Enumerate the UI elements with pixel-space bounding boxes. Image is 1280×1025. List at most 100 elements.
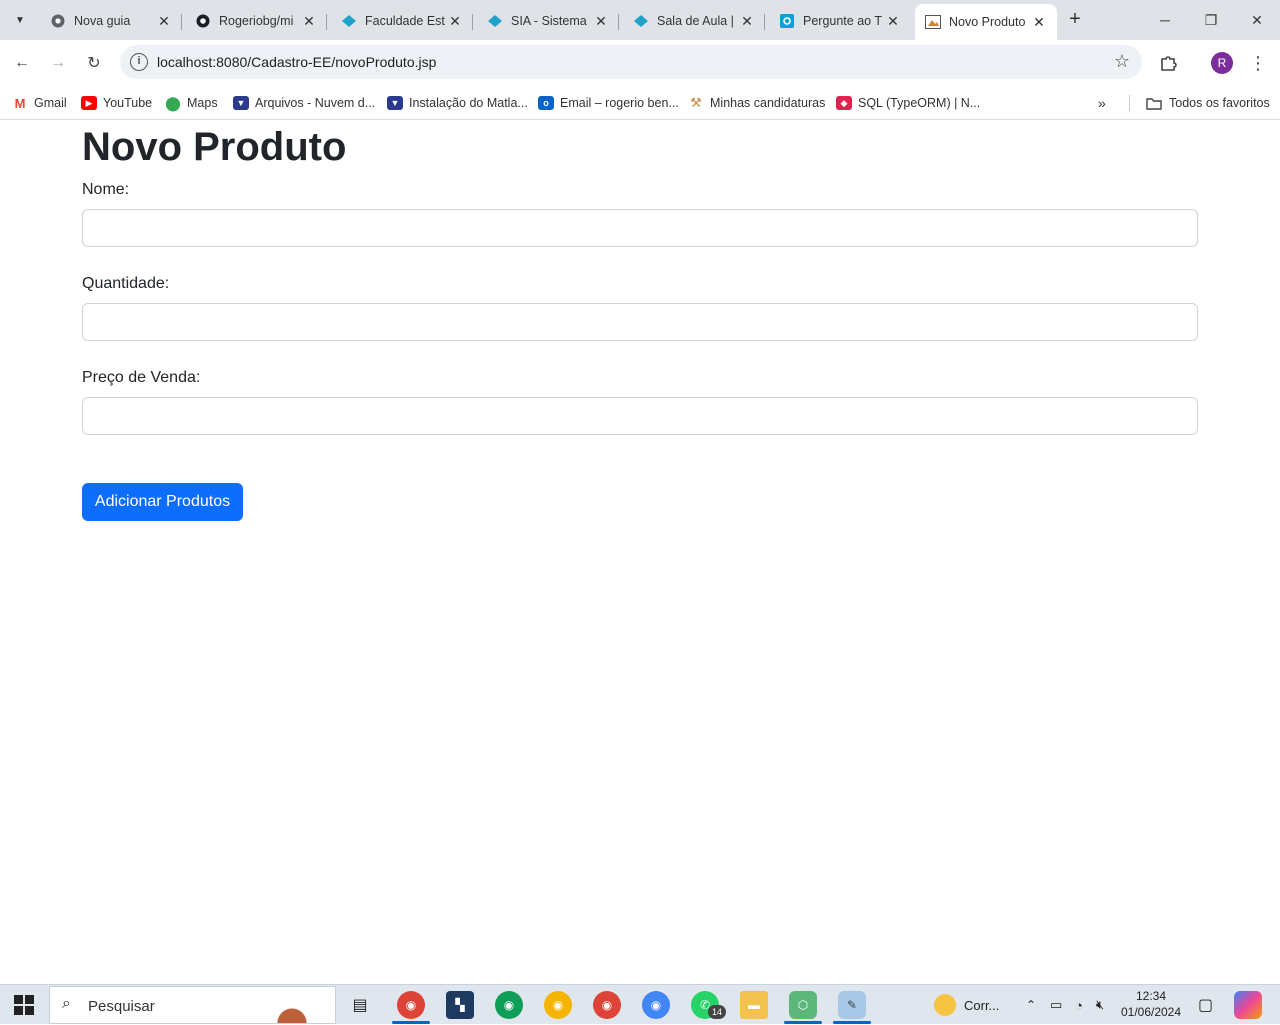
back-button[interactable]: ←: [10, 51, 34, 75]
tray-overflow-button[interactable]: ⌃: [1026, 985, 1036, 1025]
clock-time: 12:34: [1135, 989, 1167, 1003]
hammer-icon: ⚒: [690, 95, 702, 110]
chrome-icon[interactable]: ◉: [495, 991, 523, 1019]
taskbar-search[interactable]: ⌕ Pesquisar: [49, 986, 336, 1024]
preco-input[interactable]: [82, 397, 1198, 435]
bookmark-label: Email – rogerio ben...: [560, 96, 679, 110]
notification-icon[interactable]: ▢: [1198, 985, 1213, 1025]
tab-title: Sala de Aula |: [657, 14, 734, 28]
chrome-icon[interactable]: ◉: [593, 991, 621, 1019]
close-icon[interactable]: ✕: [593, 13, 609, 30]
nome-input[interactable]: [82, 209, 1198, 247]
bookmark-youtube[interactable]: ▶ YouTube: [81, 93, 152, 113]
bookmark-label: Maps: [187, 96, 218, 110]
address-bar[interactable]: i localhost:8080/Cadastro-EE/novoProduto…: [120, 45, 1142, 79]
weather-icon: [934, 994, 956, 1016]
nest-icon: ◆: [836, 96, 852, 110]
tab-sala-de-aula[interactable]: Sala de Aula | ✕: [623, 6, 765, 36]
shield-icon: ▼: [387, 96, 403, 110]
tab-nova-guia[interactable]: Nova guia ✕: [40, 6, 182, 36]
bookmark-maps[interactable]: ⬤ Maps: [165, 93, 218, 113]
more-bookmarks-button[interactable]: »: [1098, 93, 1106, 113]
star-icon[interactable]: ☆: [1114, 51, 1130, 72]
bookmark-arquivos[interactable]: ▼ Arquivos - Nuvem d...: [233, 93, 375, 113]
outlook-icon: o: [538, 96, 554, 110]
tab-github[interactable]: Rogeriobg/mi ✕: [185, 6, 327, 36]
vscode-icon[interactable]: ▚: [446, 991, 474, 1019]
chevron-up-icon: ⌃: [1026, 998, 1037, 1012]
system-clock[interactable]: 12:34 01/06/2024: [1118, 988, 1184, 1020]
volume-muted-icon[interactable]: 🔇︎: [1096, 985, 1104, 1025]
meet-icon[interactable]: ▭: [1050, 985, 1062, 1025]
chrome-icon[interactable]: ◉: [642, 991, 670, 1019]
estacio-icon: [341, 13, 357, 29]
tab-faculdade[interactable]: Faculdade Est ✕: [331, 6, 473, 36]
search-highlight-image: [257, 989, 327, 1023]
app-cube-icon[interactable]: ⬡: [789, 991, 817, 1019]
kebab-menu-icon: ⋮: [1249, 52, 1267, 73]
github-icon: [195, 13, 211, 29]
minimize-button[interactable]: ─: [1142, 0, 1188, 40]
quantidade-input[interactable]: [82, 303, 1198, 341]
url-text[interactable]: localhost:8080/Cadastro-EE/novoProduto.j…: [157, 54, 436, 70]
profile-avatar[interactable]: R: [1211, 52, 1233, 74]
whatsapp-badge: 14: [708, 1005, 726, 1019]
menu-button[interactable]: ⋮: [1246, 51, 1270, 75]
bookmark-label: SQL (TypeORM) | N...: [858, 96, 981, 110]
bookmark-matlab[interactable]: ▼ Instalação do Matla...: [387, 93, 528, 113]
chrome-icon[interactable]: ◉: [544, 991, 572, 1019]
gmail-icon: M: [12, 96, 28, 111]
close-icon[interactable]: ✕: [301, 13, 317, 30]
site-info-icon[interactable]: i: [130, 53, 148, 71]
search-icon: ⌕: [62, 995, 71, 1012]
outlook-icon: [779, 13, 795, 29]
weather-widget[interactable]: Corr...: [934, 985, 999, 1025]
bookmark-sql[interactable]: ◆ SQL (TypeORM) | N...: [836, 93, 980, 113]
bookmark-candidaturas[interactable]: ⚒ Minhas candidaturas: [688, 93, 825, 113]
bookmark-label: YouTube: [103, 96, 153, 110]
extensions-button[interactable]: [1156, 51, 1180, 75]
windows-start-button[interactable]: [14, 995, 34, 1015]
close-window-button[interactable]: ✕: [1234, 0, 1280, 40]
chrome-profile-r-icon[interactable]: ◉: [397, 991, 425, 1019]
taskbar: ⌕ Pesquisar ▤ ◉ ▚ ◉ ◉ ◉ ◉ ✆ 14 ▬ ⬡ ✎ Cor…: [0, 984, 1280, 1024]
new-tab-button[interactable]: +: [1064, 9, 1086, 31]
close-icon[interactable]: ✕: [156, 13, 172, 30]
copilot-icon[interactable]: [1234, 991, 1262, 1019]
chevron-down-icon: ▼: [15, 14, 25, 26]
network-icon[interactable]: ◔: [1075, 985, 1083, 1025]
file-explorer-icon[interactable]: ▬: [740, 991, 768, 1019]
tab-title: SIA - Sistema: [511, 14, 587, 28]
bookmark-label: Arquivos - Nuvem d...: [255, 96, 376, 110]
bookmark-label: Instalação do Matla...: [409, 96, 528, 110]
close-icon[interactable]: ✕: [739, 13, 755, 30]
paint-icon[interactable]: ✎: [838, 991, 866, 1019]
forward-button[interactable]: →: [46, 51, 70, 75]
arrow-left-icon: ←: [14, 54, 30, 71]
estacio-icon: [633, 13, 649, 29]
close-icon[interactable]: ✕: [1031, 14, 1047, 31]
reload-button[interactable]: ↻: [82, 51, 106, 75]
bookmark-label: Gmail: [34, 96, 67, 110]
restore-button[interactable]: ❐: [1188, 0, 1234, 40]
tab-title: Novo Produto: [949, 15, 1026, 29]
all-bookmarks-folder[interactable]: Todos os favoritos: [1145, 93, 1270, 113]
add-product-button[interactable]: Adicionar Produtos: [82, 483, 243, 521]
weather-label: Corr...: [964, 997, 1000, 1013]
task-view-icon[interactable]: ▤: [346, 991, 374, 1019]
page-title: Novo Produto: [82, 125, 347, 169]
quantidade-label: Quantidade:: [82, 275, 170, 292]
tab-search-button[interactable]: ▼: [8, 8, 32, 32]
taskbar-search-placeholder: Pesquisar: [88, 998, 155, 1015]
tab-title: Rogeriobg/mi: [219, 14, 294, 28]
close-icon[interactable]: ✕: [447, 13, 463, 30]
puzzle-icon: [1161, 56, 1177, 71]
bookmark-label: Minhas candidaturas: [710, 96, 826, 110]
tab-pergunte[interactable]: Pergunte ao T ✕: [769, 6, 911, 36]
close-icon[interactable]: ✕: [885, 13, 901, 30]
tab-strip: ▼ Nova guia ✕ Rogeriobg/mi ✕ Faculdade E…: [0, 0, 1280, 40]
tab-sia[interactable]: SIA - Sistema ✕: [477, 6, 619, 36]
tab-novo-produto[interactable]: Novo Produto ✕: [915, 4, 1057, 40]
bookmark-email[interactable]: o Email – rogerio ben...: [538, 93, 679, 113]
bookmark-gmail[interactable]: M Gmail: [12, 93, 67, 113]
